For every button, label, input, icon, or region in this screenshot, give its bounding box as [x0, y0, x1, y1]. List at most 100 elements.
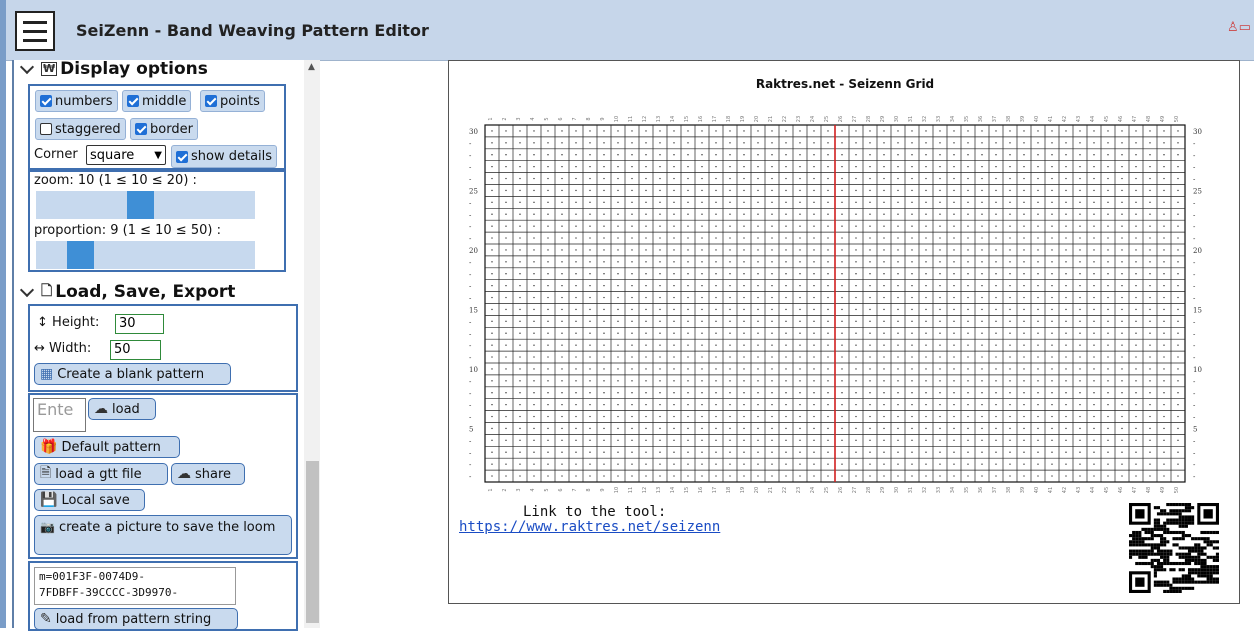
grid-point — [547, 189, 549, 192]
user-icon[interactable]: ♙▭ — [1227, 20, 1251, 35]
col-number: 1 — [488, 117, 494, 120]
scroll-up-arrow[interactable]: ▲ — [308, 62, 315, 72]
grid-point — [1163, 201, 1165, 204]
grid-point — [1023, 439, 1025, 442]
grid-point — [1093, 213, 1095, 215]
share-button[interactable]: ☁ share — [171, 463, 245, 485]
grid-point — [1051, 261, 1053, 263]
grid-point — [1023, 427, 1025, 430]
grid-point — [827, 201, 829, 204]
grid-point — [659, 427, 661, 430]
grid-point — [897, 308, 899, 311]
grid-point — [1023, 308, 1025, 311]
pattern-id-input[interactable]: Ente — [33, 398, 86, 432]
grid-point — [687, 451, 689, 453]
create-picture-button[interactable]: 📷 create a picture to save the loom — [34, 515, 292, 555]
col-number: 24 — [810, 116, 816, 122]
height-field[interactable]: 30 — [115, 314, 164, 334]
grid-point — [841, 392, 843, 394]
zoom-slider-thumb[interactable] — [127, 191, 154, 219]
grid-point — [855, 284, 857, 287]
grid-point — [757, 368, 759, 370]
create-blank-button[interactable]: ▦ Create a blank pattern — [34, 363, 231, 385]
grid-point — [813, 308, 815, 311]
grid-point — [827, 463, 829, 465]
corner-select[interactable]: square ▼ — [86, 145, 166, 165]
zoom-slider[interactable] — [36, 191, 255, 219]
grid-point — [1051, 189, 1053, 192]
grid-point — [729, 368, 731, 370]
grid-point — [855, 130, 857, 132]
grid-point — [925, 225, 927, 227]
grid-point — [659, 296, 661, 299]
load-gtt-button[interactable]: 🗎 load a gtt file — [34, 463, 168, 485]
load-save-header[interactable]: 🗋 Load, Save, Export — [19, 280, 235, 304]
menu-button[interactable] — [15, 11, 55, 51]
row-label: - — [469, 295, 472, 303]
display-options-header[interactable]: ₩ Display options — [19, 59, 208, 79]
file-icon: 🗋 — [41, 283, 53, 299]
grid-point — [1149, 142, 1151, 144]
points-checkbox[interactable]: points — [200, 90, 265, 112]
grid-point — [1009, 237, 1011, 239]
grid-point — [505, 154, 507, 156]
weaving-grid[interactable]: 1122334455667788991010111112121313141415… — [449, 101, 1241, 541]
load-from-string-button[interactable]: ✎ load from pattern string — [34, 608, 238, 630]
grid-point — [855, 332, 857, 334]
grid-point — [603, 356, 605, 358]
numbers-checkbox[interactable]: numbers — [35, 90, 118, 112]
grid-point — [575, 368, 577, 370]
sidebar-scroll-thumb[interactable] — [306, 461, 319, 623]
proportion-slider[interactable] — [36, 241, 255, 269]
local-save-button[interactable]: 💾 Local save — [34, 489, 145, 511]
middle-checkbox[interactable]: middle — [122, 90, 192, 112]
show-details-checkbox[interactable]: show details — [171, 145, 278, 168]
grid-point — [1037, 451, 1039, 453]
grid-point — [1009, 225, 1011, 227]
grid-point — [715, 380, 717, 382]
border-checkbox[interactable]: border — [130, 118, 198, 140]
grid-point — [995, 415, 997, 418]
grid-point — [995, 213, 997, 215]
grid-point — [841, 427, 843, 430]
proportion-slider-thumb[interactable] — [67, 241, 94, 269]
grid-point — [967, 261, 969, 263]
grid-point — [533, 284, 535, 287]
grid-point — [1079, 451, 1081, 453]
grid-point — [687, 403, 689, 406]
grid-point — [771, 392, 773, 394]
col-number: 30 — [894, 116, 900, 122]
grid-point — [505, 142, 507, 144]
grid-point — [855, 165, 857, 168]
grid-point — [701, 320, 703, 323]
grid-point — [1009, 130, 1011, 132]
load-button[interactable]: ☁ load — [88, 398, 156, 420]
row-label: - — [1193, 211, 1196, 219]
grid-point — [953, 296, 955, 299]
grid-point — [967, 225, 969, 227]
grid-point — [505, 249, 507, 251]
grid-point — [631, 451, 633, 453]
grid-point — [533, 154, 535, 156]
grid-point — [715, 451, 717, 453]
width-field[interactable]: 50 — [110, 340, 161, 360]
grid-point — [785, 320, 787, 323]
col-number: 27 — [852, 116, 858, 122]
pattern-canvas[interactable]: Raktres.net - Seizenn Grid 1122334455667… — [448, 60, 1240, 604]
grid-point — [533, 380, 535, 382]
tool-link[interactable]: https://www.raktres.net/seizenn — [459, 519, 720, 535]
grid-point — [897, 463, 899, 465]
grid-point — [911, 154, 913, 156]
grid-point — [925, 165, 927, 168]
grid-point — [533, 368, 535, 370]
grid-point — [715, 439, 717, 442]
grid-point — [701, 261, 703, 263]
staggered-checkbox[interactable]: staggered — [35, 118, 126, 140]
grid-point — [631, 201, 633, 204]
grid-point — [547, 463, 549, 465]
default-pattern-button[interactable]: 🎁 Default pattern — [34, 436, 180, 458]
grid-point — [925, 130, 927, 132]
col-number: 20 — [754, 116, 760, 122]
row-label: - — [1193, 378, 1196, 386]
pattern-string-textarea[interactable]: m=001F3F-0074D9- 7FDBFF-39CCCC-3D9970- — [34, 567, 236, 605]
